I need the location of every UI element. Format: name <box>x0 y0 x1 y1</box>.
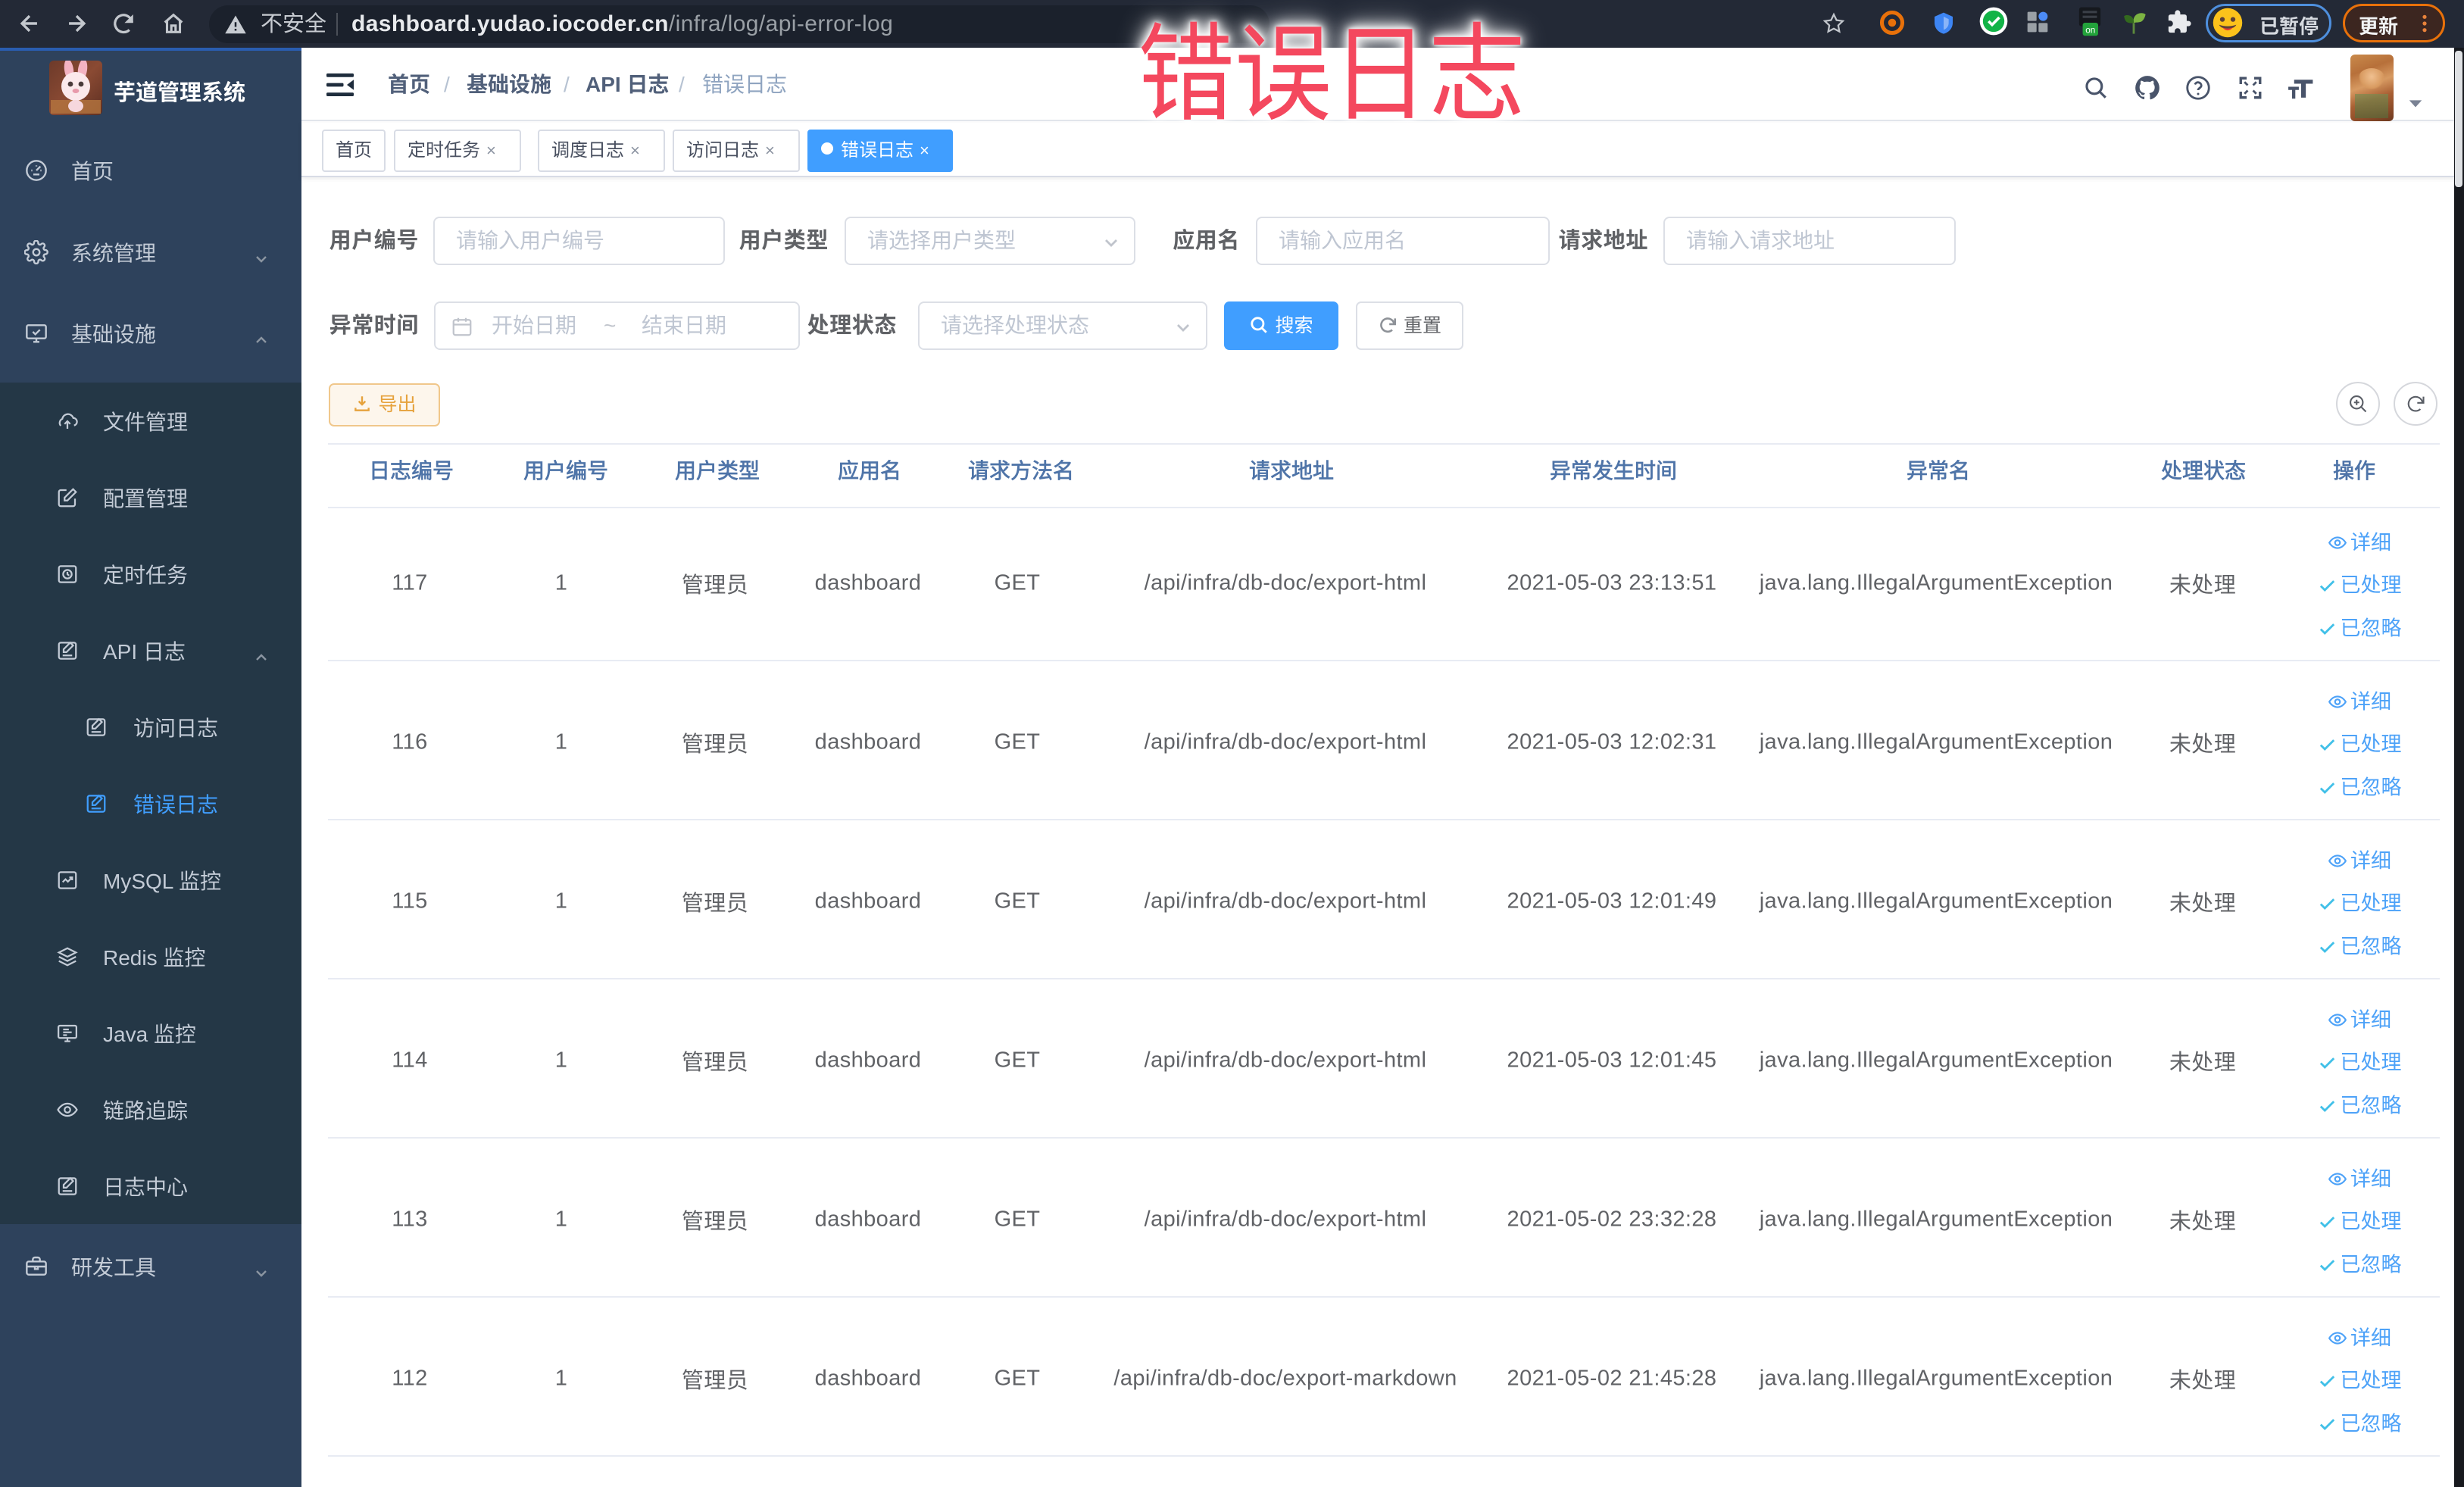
svg-text:on: on <box>2085 25 2095 35</box>
